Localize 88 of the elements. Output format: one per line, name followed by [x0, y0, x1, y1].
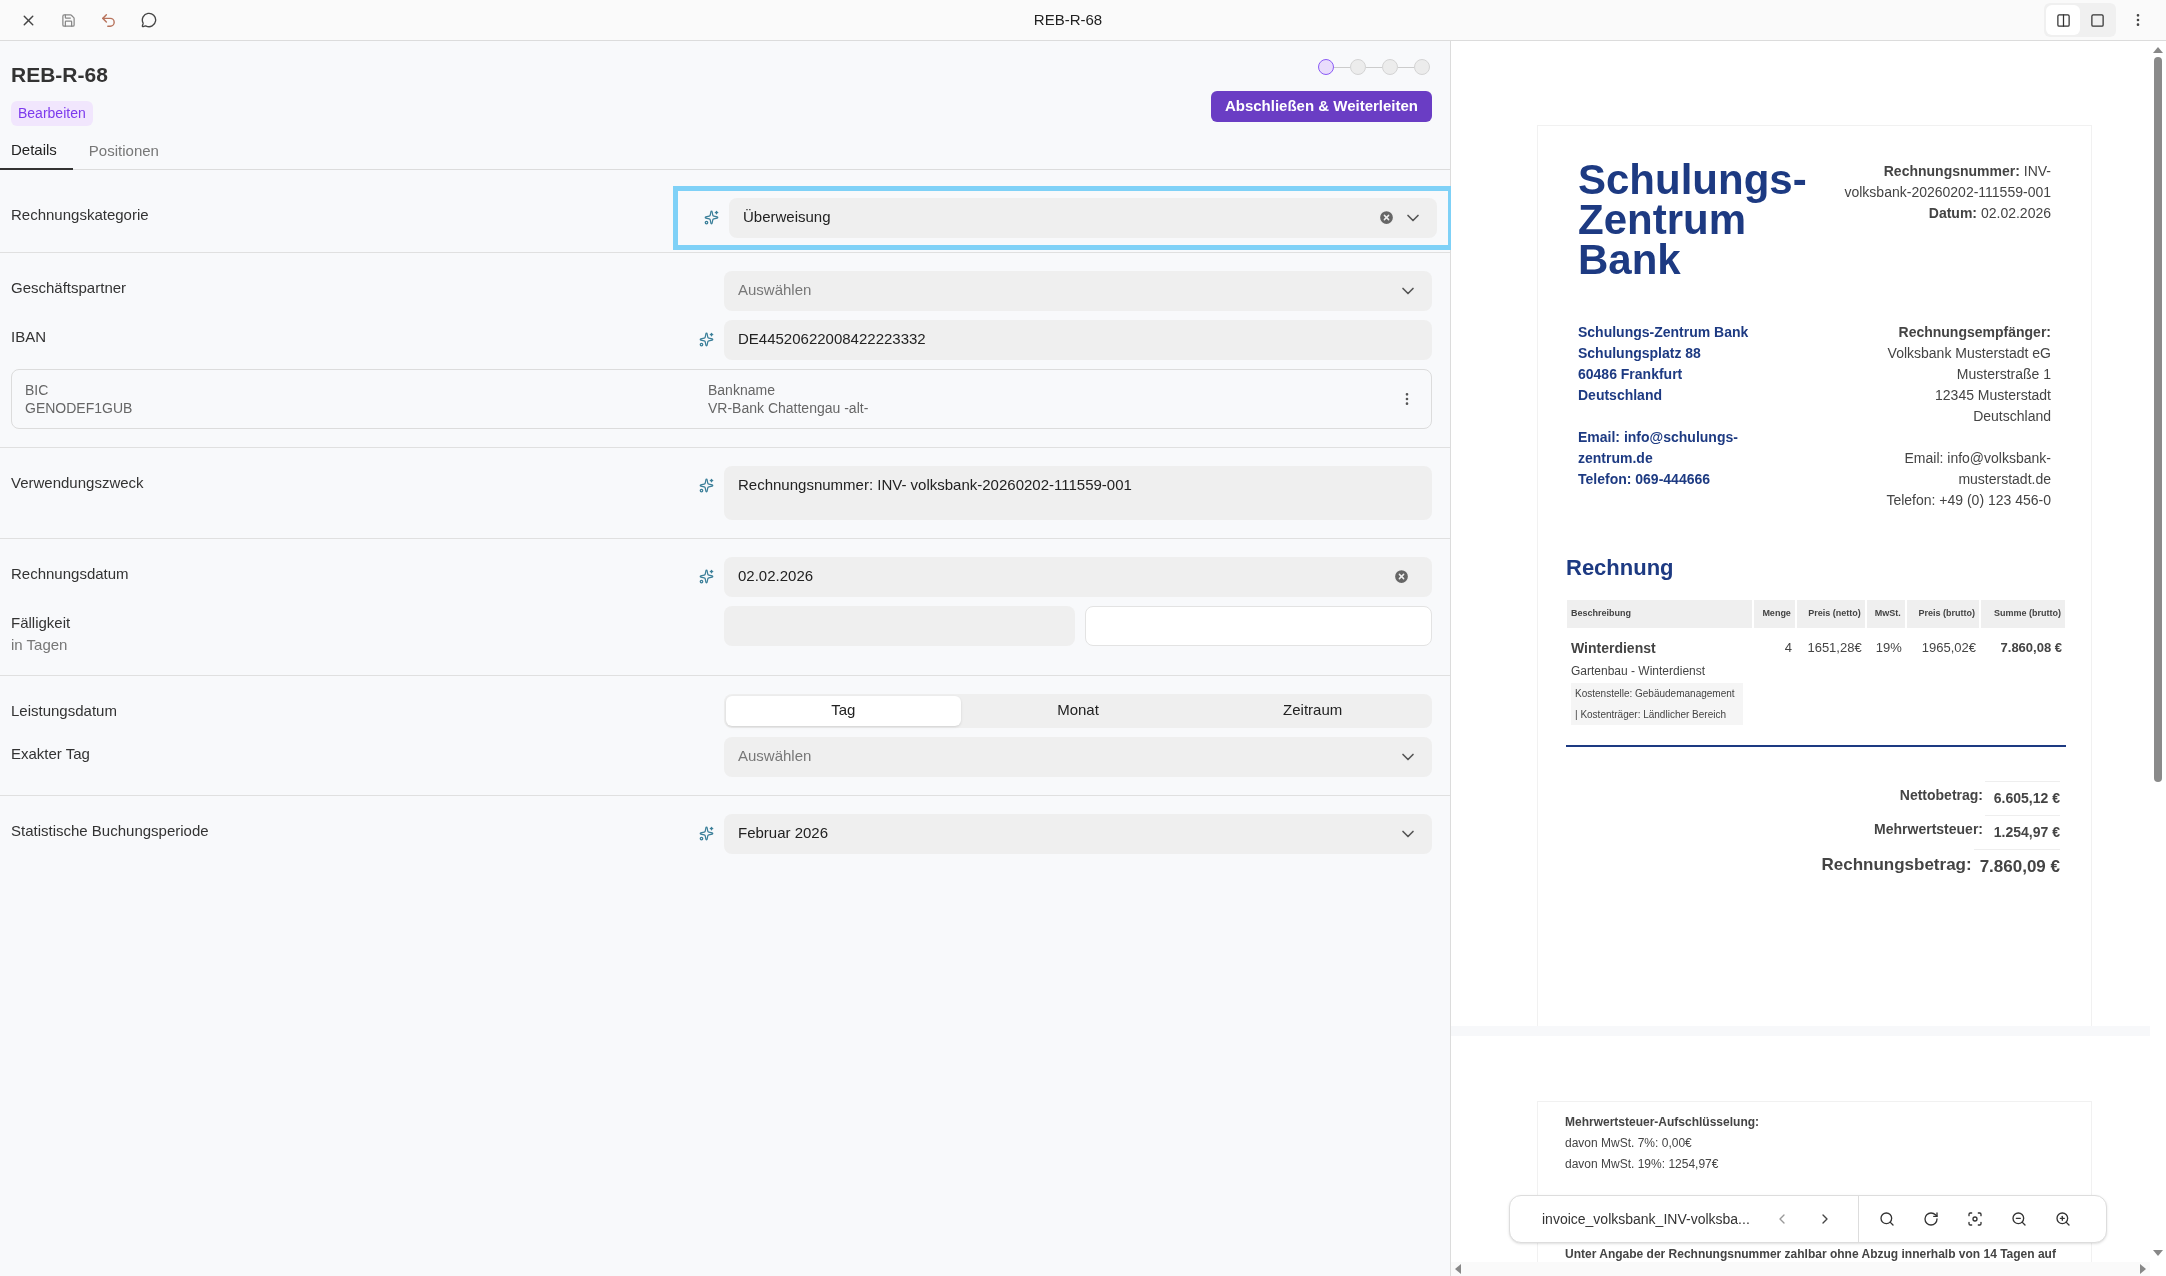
select-field[interactable]: Februar 2026 [724, 813, 1432, 854]
sender-contact: Email: info@schulungs-zentrum.de [1578, 428, 1739, 468]
total-value: 1.254,97 € [1985, 815, 2060, 843]
recipient-address-line: Volksbank Musterstadt eG [1887, 344, 2051, 363]
total-label: Nettobetrag: [1899, 785, 1983, 805]
column-header: Preis (netto) [1796, 600, 1865, 628]
square-icon [2089, 12, 2105, 28]
field-label: Rechnungskategorie [11, 204, 150, 225]
item-note: Kostenstelle: Gebäudemanagement | Kostenträger: Ländlicher Bereich [1571, 683, 1743, 725]
file-name: invoice_volksbank_INV-volksba... [1542, 1209, 1751, 1229]
segment-tab[interactable]: Zeitraum [1195, 695, 1430, 726]
item-subtitle: Gartenbau - Winterdienst [1571, 663, 1706, 680]
recipient-heading: Rechnungsempfänger: [1898, 323, 2051, 342]
split-view-button[interactable] [2046, 5, 2080, 35]
column-header: MwSt. [1866, 600, 1905, 628]
invoice-meta: Datum: 02.02.2026 [1928, 204, 2051, 223]
total-label: Mehrwertsteuer: [1874, 819, 1983, 839]
recipient-address-line: 12345 Musterstadt [1935, 386, 2051, 405]
recipient-contact: Email: info@volksbank-musterstadt.de [1903, 449, 2051, 489]
undo-icon[interactable] [100, 11, 117, 29]
vat-heading: Mehrwertsteuer-Aufschlüsselung: [1565, 1114, 1761, 1131]
select-field[interactable]: Auswählen [724, 736, 1432, 777]
sender-contact: Telefon: 069-444666 [1578, 470, 1712, 489]
segment-tab[interactable]: Tag [726, 695, 961, 726]
table-cell-text: 19% [1874, 639, 1903, 657]
recipient-contact: Telefon: +49 (0) 123 456-0 [1886, 491, 2051, 510]
sender-address-line: 60486 Frankfurt [1578, 365, 1684, 384]
input-field[interactable]: 02.02.2026 [724, 556, 1432, 597]
company-logo-text: Bank [1578, 240, 1682, 280]
item-title: Winterdienst [1571, 639, 1656, 658]
bic-label: BIC [25, 380, 50, 399]
status-badge: Bearbeiten [11, 100, 93, 126]
total-label: Rechnungsbetrag: [1821, 853, 1972, 876]
search-icon[interactable] [1879, 1211, 1895, 1227]
text-area[interactable]: Rechnungsnummer: INV- volksbank-20260202-111559-001 [724, 465, 1432, 520]
clear-icon[interactable] [1393, 568, 1410, 585]
finish-forward-button[interactable]: Abschließen & Weiterleiten [1210, 91, 1432, 122]
field-label: Exakter Tag [11, 743, 91, 764]
table-cell-text: 1651,28€ [1806, 639, 1863, 657]
bank-name-label: Bankname [708, 380, 776, 399]
tab[interactable]: Details [0, 133, 73, 170]
clear-icon[interactable] [1378, 209, 1395, 226]
table-cell-text: 7.860,08 € [1999, 639, 2063, 657]
save-icon[interactable] [61, 12, 76, 28]
horizontal-scrollbar[interactable] [1451, 1262, 2150, 1276]
focus-icon[interactable] [1967, 1211, 1983, 1227]
recipient-address-line: Deutschland [1973, 407, 2051, 426]
zoom-out-icon[interactable] [2011, 1211, 2027, 1227]
comment-icon[interactable] [141, 12, 157, 28]
table-cell-text: 4 [1783, 639, 1793, 657]
record-title: REB-R-68 [11, 62, 108, 88]
field-label: Leistungsdatum [11, 700, 118, 721]
columns-icon [2055, 12, 2071, 28]
total-value: 6.605,12 € [1985, 781, 2060, 809]
invoice-heading: Rechnung [1566, 554, 1675, 582]
sender-address-line: Schulungsplatz 88 [1578, 344, 1702, 363]
column-header: Menge [1754, 600, 1795, 628]
column-header: Beschreibung [1567, 600, 1752, 628]
table-cell-text: 1965,02€ [1920, 639, 1977, 657]
total-value: 7.860,09 € [1973, 849, 2060, 880]
field-label: Verwendungszweck [11, 472, 145, 493]
invoice-meta: Rechnungsnummer: INV-volksbank-20260202-111559-001 [1843, 162, 2051, 202]
input-field[interactable]: DE44520622008422223332 [724, 319, 1432, 360]
vat-line: davon MwSt. 7%: 0,00€ [1565, 1135, 1693, 1152]
field-label: Statistische Buchungsperiode [11, 820, 210, 841]
input-field[interactable] [1085, 605, 1432, 646]
field-label: Geschäftspartner [11, 277, 128, 298]
segment-tab[interactable]: Monat [960, 695, 1196, 726]
sender-address-line: Deutschland [1578, 386, 1663, 405]
tab[interactable]: Positionen [72, 133, 175, 170]
column-header: Summe (brutto) [1981, 600, 2065, 628]
field-label: Fälligkeit [11, 612, 72, 633]
field-sublabel: in Tagen [11, 635, 69, 655]
vat-line: davon MwSt. 19%: 1254,97€ [1565, 1156, 1720, 1173]
payment-terms: Unter Angabe der Rechnungsnummer zahlbar ohne Abzug innerhalb von 14 Tagen auf [1565, 1247, 2057, 1261]
sender-address-line: Schulungs-Zentrum Bank [1578, 323, 1750, 342]
field-label: IBAN [11, 326, 47, 347]
bank-name-value: VR-Bank Chattengau -alt- [708, 398, 870, 417]
field-label: Rechnungsdatum [11, 563, 130, 584]
bic-value: GENODEF1GUB [25, 398, 134, 417]
rotate-icon[interactable] [1923, 1211, 1939, 1227]
recipient-address-line: Musterstraße 1 [1956, 365, 2051, 384]
select-field[interactable]: Überweisung [729, 197, 1437, 238]
column-header: Preis (brutto) [1906, 600, 1979, 628]
window-title: REB-R-68 [1033, 9, 1103, 30]
company-logo-text: Zentrum [1578, 200, 1746, 240]
select-field[interactable]: Auswählen [724, 270, 1432, 311]
zoom-in-icon[interactable] [2055, 1211, 2071, 1227]
